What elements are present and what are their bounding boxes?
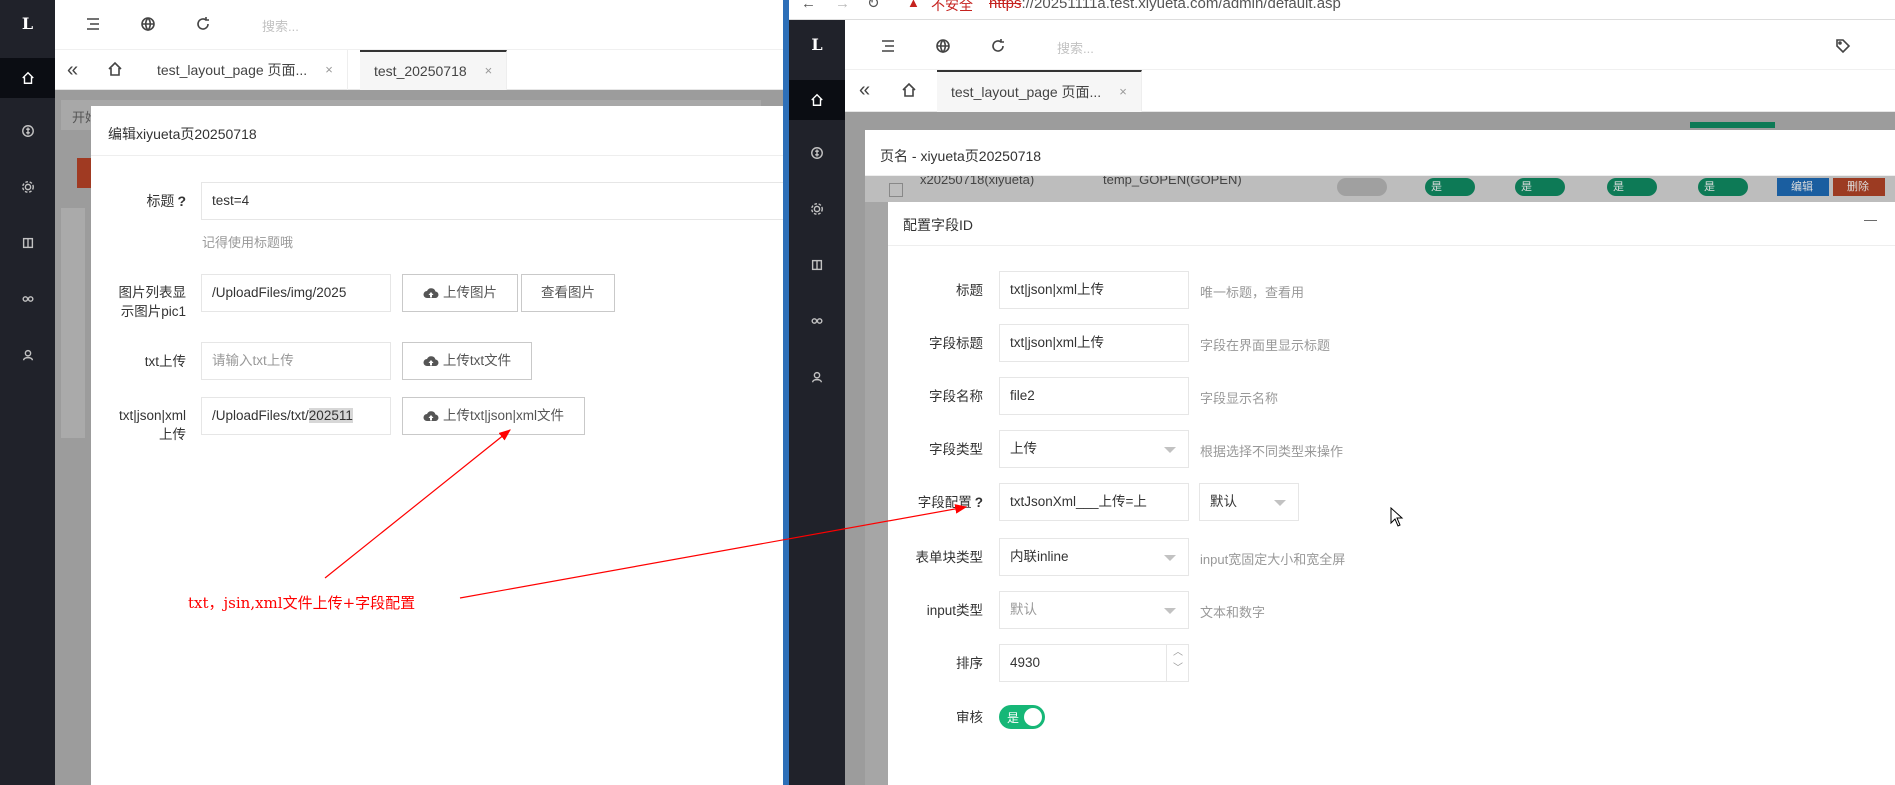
- arrow-to-upload-button: [324, 429, 511, 579]
- arrow-to-field-config: [459, 504, 968, 599]
- annotation-arrows: [324, 429, 968, 599]
